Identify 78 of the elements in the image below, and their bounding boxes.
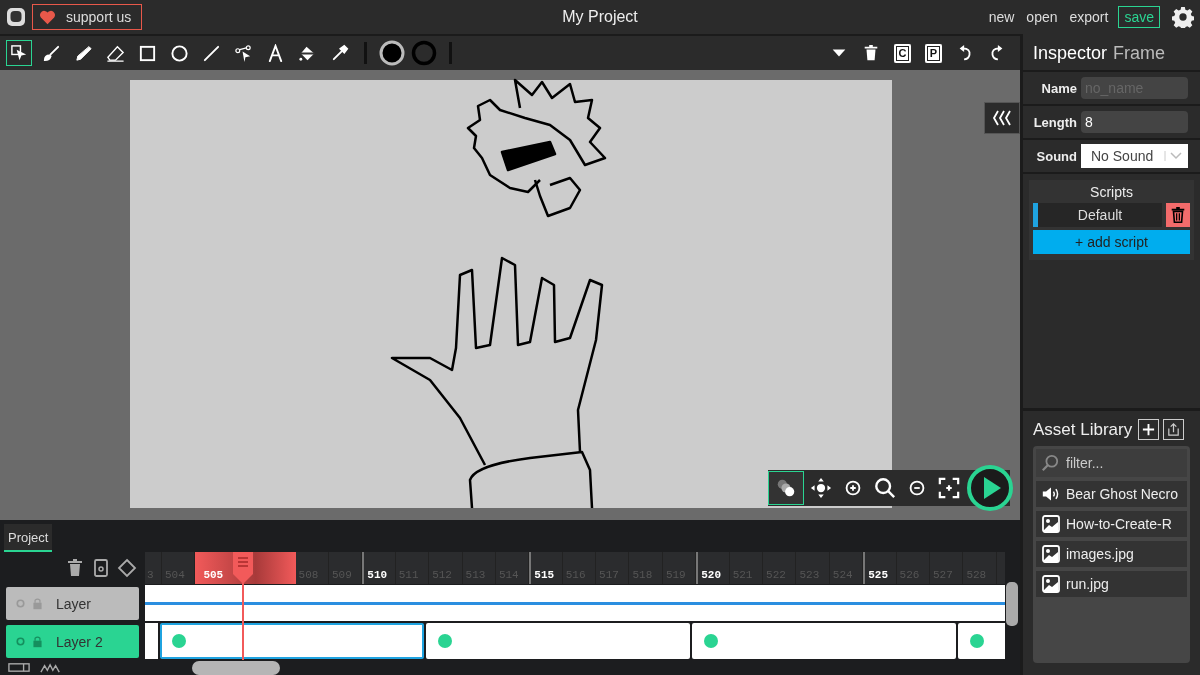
keyframe-dot [970, 634, 984, 648]
frame-number: 505 [203, 569, 224, 581]
settings-icon[interactable] [1172, 6, 1194, 28]
select-tool-button[interactable] [6, 40, 32, 66]
asset-item[interactable]: Bear Ghost Necro [1036, 481, 1187, 507]
field-label: Name [1040, 80, 1077, 96]
script-item[interactable]: Default [1033, 203, 1162, 227]
plus-icon [1141, 422, 1157, 437]
add-script-button[interactable]: + add script [1033, 230, 1190, 254]
frame-number: 515 [534, 569, 555, 581]
fit-icon [938, 477, 960, 499]
scripts-title: Scripts [1089, 184, 1134, 200]
pathedit-icon [233, 43, 253, 63]
asset-library-title: Asset Library [1033, 419, 1133, 440]
caret-icon [1164, 150, 1184, 162]
trash-icon[interactable] [862, 44, 880, 62]
paste-button[interactable]: P [925, 43, 942, 63]
asset-item[interactable]: run.jpg [1036, 571, 1187, 597]
image-icon [1042, 545, 1060, 563]
asset-item[interactable]: How-to-Create-R [1036, 511, 1187, 537]
project-title: My Project [561, 8, 639, 26]
keyframe-dot [704, 634, 718, 648]
rectangle-icon [137, 43, 157, 63]
stroke-color-swatch[interactable] [411, 40, 437, 66]
copy-button[interactable]: C [894, 43, 911, 63]
menu-link[interactable]: export [1069, 9, 1109, 25]
play-button[interactable] [966, 464, 1014, 512]
document-icon[interactable] [91, 558, 111, 578]
waveform-icon[interactable] [40, 662, 62, 673]
scrollbar-thumb[interactable] [192, 660, 280, 675]
share-icon [1166, 422, 1182, 437]
playback-range[interactable]: 505 [195, 552, 296, 584]
zoom-icon [874, 477, 896, 499]
export-asset-button[interactable] [1163, 419, 1185, 440]
heart-icon [39, 9, 56, 25]
project-tab[interactable]: Project [4, 524, 53, 552]
menu-link[interactable]: new [988, 9, 1015, 25]
select-icon [9, 43, 29, 63]
ellipse-icon [169, 43, 189, 63]
line-icon [201, 43, 221, 63]
onion-icon [775, 477, 797, 499]
pencil-icon [73, 43, 93, 63]
keyframe-diamond-icon[interactable] [117, 558, 137, 578]
filmstrip-icon[interactable] [8, 662, 30, 673]
frame-number: 525 [868, 569, 889, 581]
trash-icon[interactable] [65, 558, 85, 578]
brush-icon [41, 43, 61, 63]
app-logo-icon[interactable] [6, 7, 26, 27]
keyframe-dot [438, 634, 452, 648]
image-icon [1042, 515, 1060, 533]
inspector-subtitle: Frame [1113, 42, 1166, 64]
field-label: Sound [1035, 148, 1077, 164]
inspector-title: Inspector [1033, 42, 1108, 64]
field-label: Length [1032, 114, 1077, 130]
image-icon [1042, 575, 1060, 593]
collapse-panel-button[interactable] [984, 102, 1020, 134]
frame-number: 520 [701, 569, 722, 581]
keyframe-dot [172, 634, 186, 648]
support-button[interactable]: support us [32, 4, 143, 30]
sound-dropdown[interactable]: No Sound [1081, 144, 1188, 168]
pan-icon [810, 477, 832, 499]
onion-button[interactable] [768, 471, 804, 505]
save-button[interactable]: save [1118, 6, 1160, 28]
trash-icon [1169, 206, 1187, 224]
input-field[interactable]: 8 [1081, 111, 1188, 133]
delete-script-button[interactable] [1166, 203, 1190, 227]
add-asset-button[interactable] [1138, 419, 1160, 440]
asset-item[interactable]: images.jpg [1036, 541, 1187, 567]
scrollbar-thumb[interactable] [1006, 582, 1018, 626]
filter-field[interactable]: filter... [1036, 449, 1187, 477]
speaker-icon [1042, 485, 1060, 503]
search-icon [1041, 454, 1059, 472]
frame-number: 510 [367, 569, 388, 581]
chevrons-left-icon [991, 109, 1013, 127]
playhead-handle-icon[interactable] [233, 552, 254, 584]
eraser-icon [105, 43, 125, 63]
fill-color-swatch[interactable] [379, 40, 405, 66]
menu-link[interactable]: open [1026, 9, 1058, 25]
